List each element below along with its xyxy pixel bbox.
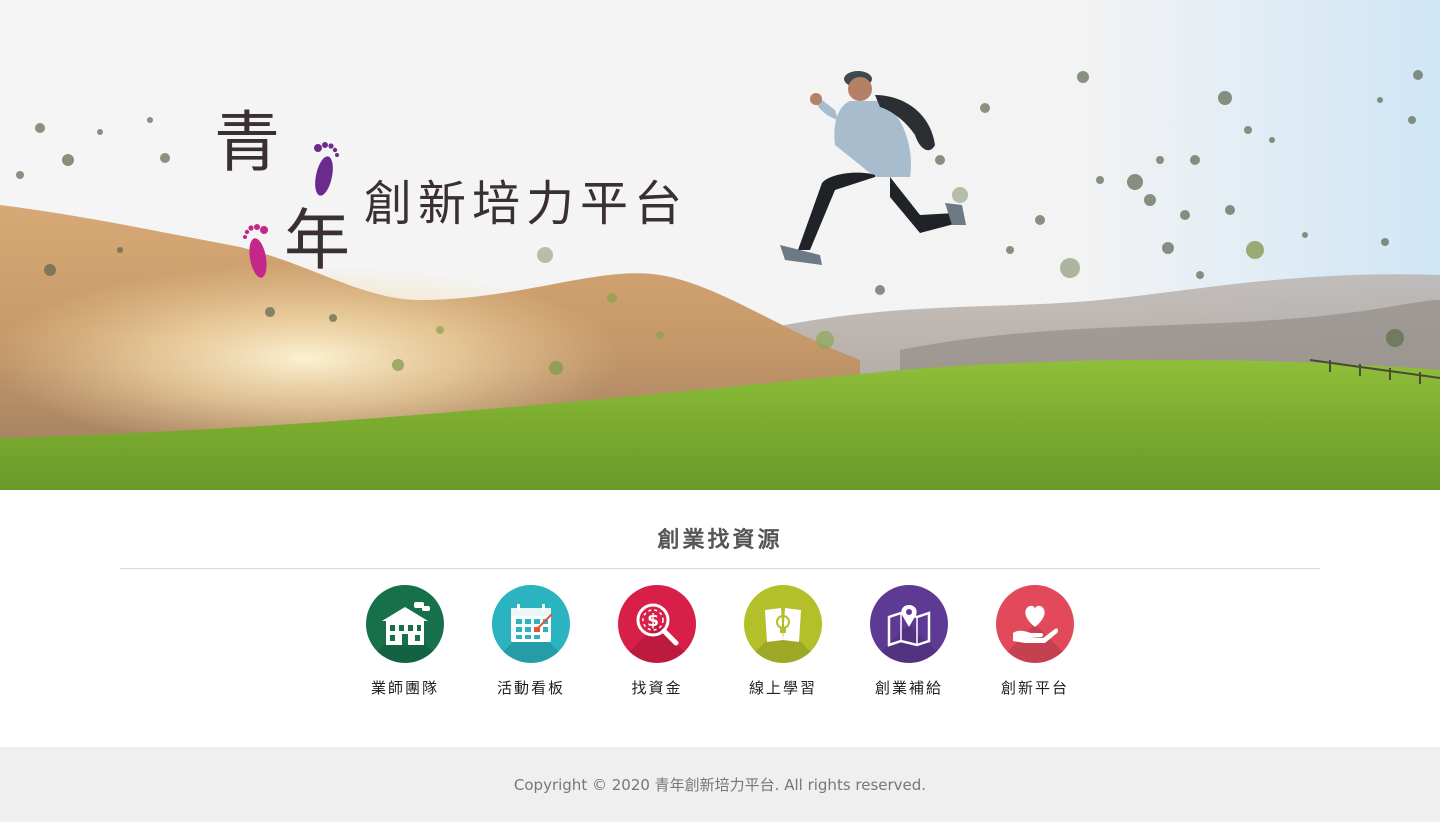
- map-pin-icon: [887, 605, 931, 647]
- section-divider: [120, 568, 1320, 569]
- logo-char-qing: 青: [214, 104, 280, 181]
- resource-label: 線上學習: [748, 679, 817, 697]
- hero-banner: 青 年 創新培力平台: [0, 0, 1440, 490]
- site-logo[interactable]: 青 年 創新培力平台: [214, 110, 734, 290]
- site-footer: Copyright © 2020 青年創新培力平台. All rights re…: [0, 747, 1440, 822]
- calendar-icon: [511, 604, 553, 642]
- resource-label: 找資金: [631, 679, 683, 697]
- resource-events-board[interactable]: 活動看板: [476, 585, 586, 698]
- copyright-text: Copyright © 2020 青年創新培力平台. All rights re…: [513, 776, 927, 794]
- resource-icon-circle: [996, 585, 1074, 663]
- resource-icon-circle: [492, 585, 570, 663]
- resource-find-funding[interactable]: $ 找資金: [602, 585, 712, 698]
- resource-label: 業師團隊: [370, 679, 439, 697]
- heart-hand-icon: [1013, 605, 1059, 643]
- mentor-building-icon: [382, 602, 430, 645]
- resource-icon-circle: [744, 585, 822, 663]
- footprint-purple-icon: [314, 142, 339, 196]
- resource-label: 創新平台: [1000, 679, 1069, 697]
- resource-mentor-team[interactable]: 業師團隊: [350, 585, 460, 698]
- resources-section-title: 創業找資源: [657, 528, 783, 553]
- logo-char-nian: 年: [284, 202, 350, 279]
- resource-icon-circle: [366, 585, 444, 663]
- resource-online-learning[interactable]: 線上學習: [728, 585, 838, 698]
- resource-icon-circle: $: [618, 585, 696, 663]
- resource-startup-supply[interactable]: 創業補給: [854, 585, 964, 698]
- resource-innovation-platform[interactable]: 創新平台: [980, 585, 1090, 698]
- open-book-lightbulb-icon: [765, 608, 801, 642]
- footprint-pink-icon: [243, 224, 268, 278]
- logo-tagline: 創新培力平台: [364, 176, 689, 232]
- resource-label: 活動看板: [496, 679, 565, 697]
- funding-dollar-icon: $: [636, 603, 679, 646]
- svg-text:$: $: [647, 611, 659, 631]
- resource-icon-circle: [870, 585, 948, 663]
- resource-label: 創業補給: [874, 679, 943, 697]
